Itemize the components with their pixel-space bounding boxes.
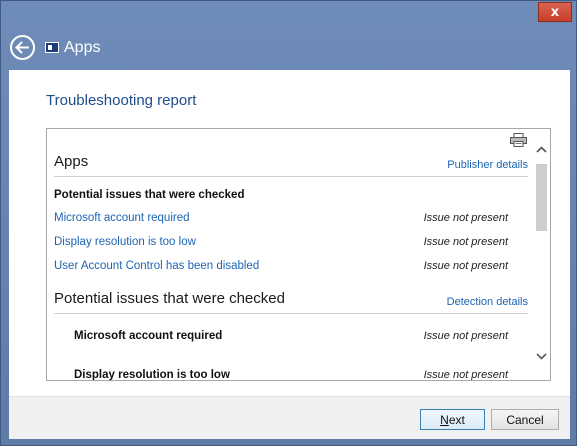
scroll-thumb[interactable] (536, 164, 547, 231)
divider (54, 313, 528, 314)
detection-section-title: Potential issues that were checked (54, 290, 285, 307)
window-title: Apps (64, 39, 101, 56)
issue-link-display-resolution[interactable]: Display resolution is too low (54, 236, 196, 248)
detection-item-microsoft-account: Microsoft account required (74, 330, 223, 342)
publisher-details-link[interactable]: Publisher details (447, 159, 528, 171)
close-icon: x (550, 4, 560, 20)
page-title: Troubleshooting report (46, 92, 197, 109)
apps-icon (45, 42, 59, 53)
issue-link-uac-disabled[interactable]: User Account Control has been disabled (54, 260, 259, 272)
scroll-up-button[interactable] (533, 141, 550, 157)
vertical-scrollbar[interactable] (533, 129, 550, 380)
divider (54, 176, 528, 177)
troubleshooter-window: x Apps Troubleshooting report Apps Publi… (0, 0, 577, 446)
issue-status: Issue not present (423, 236, 508, 248)
scroll-down-button[interactable] (533, 348, 550, 364)
issue-status: Issue not present (423, 260, 508, 272)
issue-link-microsoft-account[interactable]: Microsoft account required (54, 212, 190, 224)
issues-checked-label: Potential issues that were checked (54, 189, 245, 201)
next-button[interactable]: Next (420, 409, 485, 430)
back-button[interactable] (10, 35, 35, 60)
detection-item-display-resolution: Display resolution is too low (74, 369, 230, 381)
next-label: ext (448, 412, 465, 427)
chevron-up-icon (536, 145, 547, 153)
back-arrow-icon (15, 41, 29, 54)
detection-details-link[interactable]: Detection details (447, 296, 528, 308)
issue-status: Issue not present (423, 330, 508, 342)
chevron-down-icon (536, 352, 547, 360)
close-button[interactable]: x (538, 2, 572, 22)
cancel-button[interactable]: Cancel (491, 409, 559, 430)
next-accelerator: N (440, 412, 449, 427)
apps-section-title: Apps (54, 153, 89, 170)
content-area: Troubleshooting report Apps Publisher de… (9, 70, 570, 396)
issue-status: Issue not present (423, 212, 508, 224)
report-panel[interactable]: Apps Publisher details Potential issues … (46, 128, 551, 381)
printer-icon[interactable] (510, 133, 527, 147)
button-bar: Next Cancel (9, 396, 570, 439)
issue-status: Issue not present (423, 369, 508, 381)
